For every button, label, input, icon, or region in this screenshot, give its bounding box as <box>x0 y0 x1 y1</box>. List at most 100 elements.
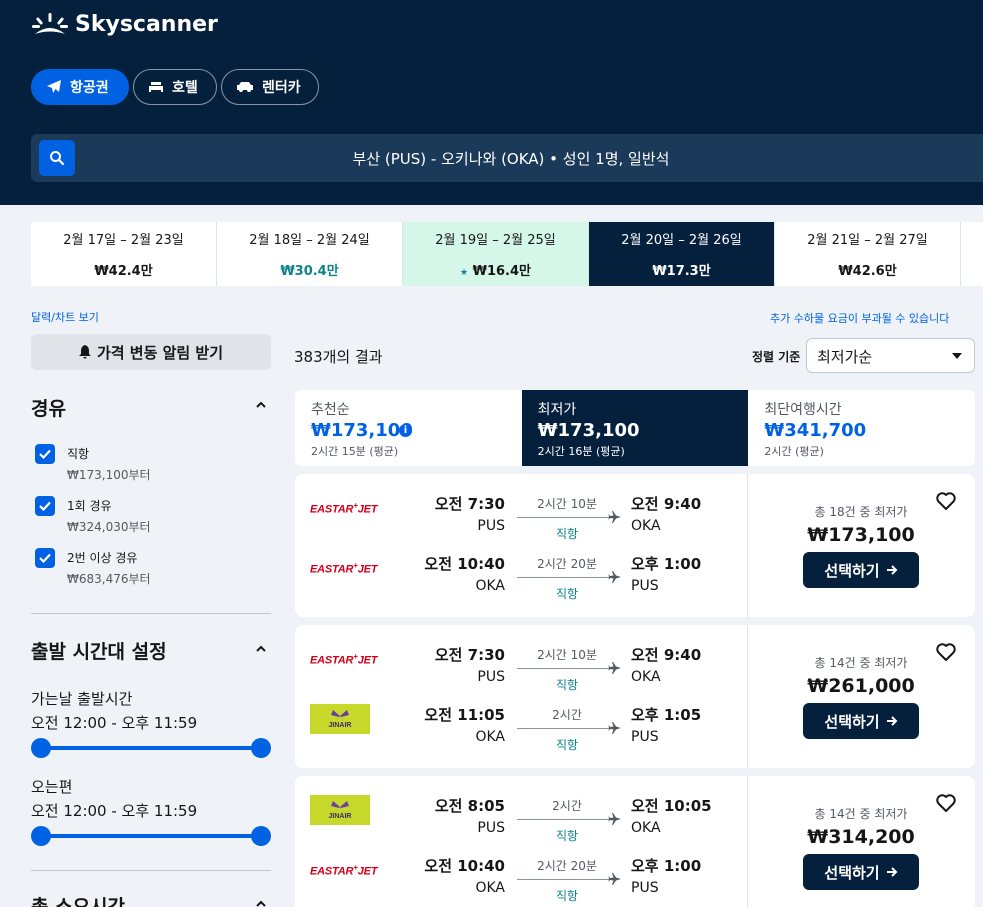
chevron-up-icon[interactable] <box>256 644 266 654</box>
divider <box>31 613 271 614</box>
checkbox-checked[interactable] <box>35 548 55 568</box>
arrow-right-icon <box>886 867 898 877</box>
check-icon <box>39 449 51 459</box>
select-flight-button[interactable]: 선택하기 <box>803 703 919 739</box>
sort-selected-value: 최저가순 <box>817 348 873 366</box>
departure-airport: PUS <box>477 669 505 685</box>
skyscanner-logo[interactable]: Skyscanner <box>31 12 218 37</box>
tab-fastest[interactable]: 최단여행시간 ₩341,700 2시간 (평균) <box>748 390 975 466</box>
tab-duration: 2시간 (평균) <box>764 445 824 458</box>
return-time-slider[interactable] <box>31 825 271 847</box>
eastar-jet-logo: EASTAR+JET <box>310 863 378 878</box>
select-flight-button[interactable]: 선택하기 <box>803 854 919 890</box>
flight-price: ₩173,100 <box>807 524 915 546</box>
stop-option-direct[interactable]: 직항 ₩173,100부터 <box>35 444 265 484</box>
stops-label: 직항 <box>555 527 579 541</box>
baggage-fee-notice[interactable]: 추가 수하물 요금이 부과될 수 있습니다 <box>770 310 949 326</box>
flight-leg: JINAIR 오전 8:05 PUS 2시간 직항 오전 10:05 OKA <box>295 795 747 845</box>
nav-car-label: 렌터카 <box>262 80 301 96</box>
stop-option-price: ₩683,476부터 <box>67 572 151 586</box>
chevron-up-icon[interactable] <box>256 899 266 907</box>
date-option[interactable]: 2월 21일 – 2월 27일 ₩42.6만 <box>775 222 961 286</box>
stops-label: 직항 <box>555 587 579 601</box>
car-icon <box>237 82 253 92</box>
date-option-price: ₩30.4만 <box>280 264 339 279</box>
heart-icon[interactable] <box>935 641 957 663</box>
slider-track <box>41 746 261 750</box>
select-flight-button[interactable]: 선택하기 <box>803 552 919 588</box>
arrival-time: 오후 1:00 <box>631 857 702 875</box>
jin-air-logo: JINAIR <box>310 704 370 734</box>
outbound-time-slider[interactable] <box>31 737 271 759</box>
nav-car-rental[interactable]: 렌터카 <box>221 69 319 105</box>
duration-filter-title: 총 소요시간 <box>31 896 126 907</box>
tab-cheapest[interactable]: 최저가 ₩173,100 2시간 16분 (평균) <box>521 390 749 466</box>
slider-handle-start[interactable] <box>31 738 51 758</box>
chevron-up-icon[interactable] <box>256 400 266 410</box>
arrow-right-icon <box>886 716 898 726</box>
eastar-jet-logo: EASTAR+JET <box>310 652 378 667</box>
arrival-airport: OKA <box>631 518 661 534</box>
tab-best[interactable]: 추천순 ₩173,100 2시간 15분 (평균) i <box>295 390 522 466</box>
flight-leg: EASTAR+JET 오전 7:30 PUS 2시간 10분 직항 오전 9:40 OKA <box>295 644 747 694</box>
date-option-price: ₩16.4만 <box>472 264 531 279</box>
departure-airport: OKA <box>475 578 505 594</box>
slider-handle-end[interactable] <box>251 826 271 846</box>
search-summary-bar[interactable]: 부산 (PUS) - 오키나와 (OKA) • 성인 1명, 일반석 <box>31 134 983 182</box>
date-option-cheapest[interactable]: 2월 19일 – 2월 25일 ★ ₩16.4만 <box>403 222 589 286</box>
date-option-label: 2월 17일 – 2월 23일 <box>63 233 184 248</box>
slider-handle-start[interactable] <box>31 826 51 846</box>
stop-option-label: 2번 이상 경유 <box>67 551 138 565</box>
select-button-label: 선택하기 <box>824 863 880 882</box>
date-option[interactable]: 2월 18일 – 2월 24일 ₩30.4만 <box>217 222 403 286</box>
sort-tabs: 추천순 ₩173,100 2시간 15분 (평균) i 최저가 ₩173,100… <box>295 390 975 466</box>
sort-dropdown[interactable]: 최저가순 <box>806 338 975 373</box>
plane-icon <box>608 722 621 734</box>
price-alert-button[interactable]: 가격 변동 알림 받기 <box>31 334 271 370</box>
checkbox-checked[interactable] <box>35 496 55 516</box>
flight-leg: EASTAR+JET 오전 10:40 OKA 2시간 20분 직항 오후 1:00 PUS <box>295 553 747 603</box>
flight-card[interactable]: JINAIR 오전 8:05 PUS 2시간 직항 오전 10:05 OKA EASTAR+J… <box>295 776 975 907</box>
checkbox-checked[interactable] <box>35 444 55 464</box>
arrival-time: 오전 9:40 <box>631 646 702 664</box>
departure-time: 오전 10:40 <box>424 857 505 875</box>
stop-option-price: ₩324,030부터 <box>67 520 151 534</box>
tab-duration: 2시간 15분 (평균) <box>311 445 399 458</box>
tab-label: 최저가 <box>537 402 577 418</box>
stops-filter-title: 경유 <box>31 398 66 420</box>
results-count: 383개의 결과 <box>294 348 383 366</box>
stop-option-one-stop[interactable]: 1회 경유 ₩324,030부터 <box>35 496 265 536</box>
brand-name: Skyscanner <box>75 12 218 37</box>
heart-icon[interactable] <box>935 792 957 814</box>
tab-duration: 2시간 16분 (평균) <box>537 445 625 458</box>
departure-time: 오전 8:05 <box>434 797 505 815</box>
nav-flights[interactable]: 항공권 <box>31 69 129 105</box>
plane-icon <box>608 511 621 523</box>
stop-option-price: ₩173,100부터 <box>67 468 151 482</box>
caret-down-icon <box>952 353 962 359</box>
tab-label: 추천순 <box>311 402 350 418</box>
info-icon[interactable]: i <box>399 424 412 437</box>
bed-icon <box>149 82 163 92</box>
butterfly-icon <box>331 709 349 722</box>
flight-leg: EASTAR+JET 오전 10:40 OKA 2시간 20분 직항 오후 1:00 PUS <box>295 855 747 905</box>
calendar-chart-link[interactable]: 달력/차트 보기 <box>31 309 99 325</box>
date-option-selected[interactable]: 2월 20일 – 2월 26일 ₩17.3만 <box>589 222 775 286</box>
divider <box>31 870 271 871</box>
flight-card[interactable]: EASTAR+JET 오전 7:30 PUS 2시간 10분 직항 오전 9:40 OKA E… <box>295 474 975 617</box>
flight-price: ₩314,200 <box>807 826 915 848</box>
check-icon <box>39 501 51 511</box>
flight-duration: 2시간 <box>552 708 582 722</box>
flight-duration: 2시간 <box>552 799 582 813</box>
slider-handle-end[interactable] <box>251 738 271 758</box>
stop-option-two-plus[interactable]: 2번 이상 경유 ₩683,476부터 <box>35 548 265 588</box>
stops-label: 직항 <box>555 678 579 692</box>
heart-icon[interactable] <box>935 490 957 512</box>
check-icon <box>39 553 51 563</box>
butterfly-icon <box>331 800 349 813</box>
nav-hotels[interactable]: 호텔 <box>133 69 217 105</box>
flight-card[interactable]: EASTAR+JET 오전 7:30 PUS 2시간 10분 직항 오전 9:40 OKA J… <box>295 625 975 768</box>
route-line <box>517 879 610 880</box>
date-option[interactable]: 2월 17일 – 2월 23일 ₩42.4만 <box>31 222 217 286</box>
departure-time: 오전 7:30 <box>434 646 505 664</box>
